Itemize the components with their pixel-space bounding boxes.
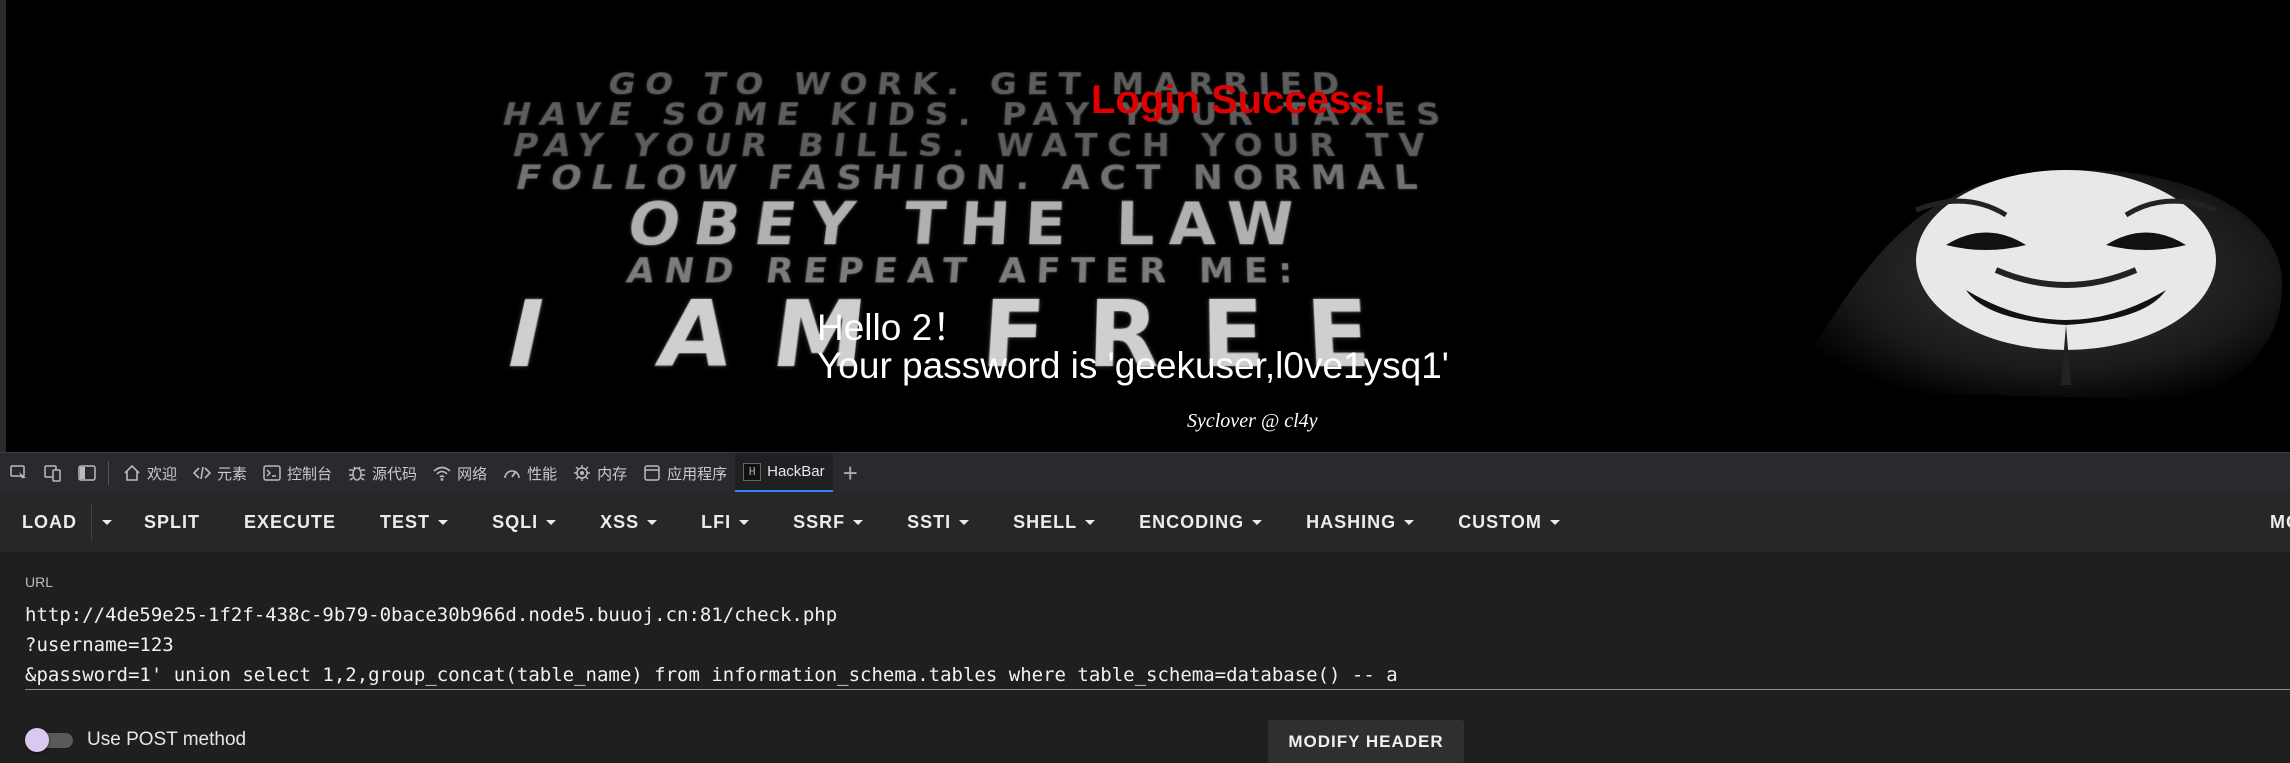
tab-label: 内存 bbox=[597, 465, 628, 483]
tab-console[interactable]: 控制台 bbox=[255, 453, 340, 493]
xss-menu[interactable]: XSS bbox=[578, 492, 679, 552]
tab-label: 元素 bbox=[217, 465, 248, 483]
execute-label: EXECUTE bbox=[244, 511, 337, 532]
add-tab-button[interactable]: + bbox=[833, 460, 868, 486]
hackbar-toolbar: LOAD SPLIT EXECUTE TEST SQLI XSS LFI SSR… bbox=[0, 492, 2290, 552]
code-icon bbox=[193, 466, 212, 480]
url-line: ?username=123 bbox=[25, 634, 174, 656]
console-icon bbox=[263, 465, 281, 481]
split-button[interactable]: SPLIT bbox=[122, 492, 222, 552]
post-method-toggle[interactable] bbox=[25, 728, 75, 752]
url-textarea[interactable]: http://4de59e25-1f2f-438c-9b79-0bace30b9… bbox=[25, 600, 2290, 740]
tab-network[interactable]: 网络 bbox=[425, 453, 495, 493]
url-line: &password=1' union select 1,2,group_conc… bbox=[25, 664, 1398, 686]
load-button[interactable]: LOAD bbox=[0, 492, 91, 552]
web-page-viewport: GO TO WORK. GET MARRIED HAVE SOME KIDS. … bbox=[6, 0, 2290, 452]
chevron-down-icon bbox=[1549, 519, 1560, 525]
gauge-icon bbox=[504, 470, 520, 479]
url-line: http://4de59e25-1f2f-438c-9b79-0bace30b9… bbox=[25, 604, 838, 626]
tab-sources[interactable]: 源代码 bbox=[340, 453, 425, 493]
tab-label: 控制台 bbox=[287, 465, 333, 483]
tab-elements[interactable]: 元素 bbox=[185, 453, 255, 493]
tab-label: 应用程序 bbox=[667, 465, 728, 483]
poster-line: PAY YOUR BILLS. WATCH YOUR TV bbox=[508, 127, 1437, 165]
tab-hackbar[interactable]: H HackBar bbox=[735, 453, 833, 493]
bug-icon bbox=[349, 466, 366, 481]
test-menu[interactable]: TEST bbox=[358, 492, 470, 552]
custom-label: CUSTOM bbox=[1458, 511, 1542, 532]
device-toolbar-icon[interactable] bbox=[38, 458, 68, 488]
inspect-element-icon[interactable] bbox=[4, 458, 34, 488]
login-success-heading: Login Success! bbox=[1091, 78, 1387, 122]
ssrf-label: SSRF bbox=[793, 511, 846, 532]
wifi-icon bbox=[433, 466, 451, 481]
signature-text: Syclover @ cl4y bbox=[1187, 410, 1318, 432]
hello-message: Hello 2！ bbox=[817, 307, 970, 348]
url-field-underline bbox=[25, 689, 2290, 690]
tab-application[interactable]: 应用程序 bbox=[635, 453, 735, 493]
tab-memory[interactable]: 内存 bbox=[565, 453, 635, 493]
password-message: Your password is 'geekuser,l0ve1ysq1' bbox=[817, 345, 1449, 386]
hashing-menu[interactable]: HASHING bbox=[1284, 492, 1436, 552]
ssti-label: SSTI bbox=[907, 511, 952, 532]
encoding-label: ENCODING bbox=[1139, 511, 1245, 532]
more-button[interactable]: MO bbox=[2270, 492, 2290, 552]
shell-menu[interactable]: SHELL bbox=[991, 492, 1117, 552]
chevron-down-icon bbox=[959, 519, 970, 525]
chevron-down-icon bbox=[1252, 519, 1263, 525]
custom-menu[interactable]: CUSTOM bbox=[1436, 492, 1582, 552]
poster-line: AND REPEAT AFTER ME: bbox=[623, 251, 1304, 292]
lfi-menu[interactable]: LFI bbox=[679, 492, 771, 552]
post-method-label: Use POST method bbox=[87, 729, 247, 750]
tab-welcome[interactable]: 欢迎 bbox=[115, 453, 185, 493]
dock-side-icon[interactable] bbox=[72, 458, 102, 488]
load-dropdown-button[interactable] bbox=[92, 492, 122, 552]
sqli-menu[interactable]: SQLI bbox=[470, 492, 578, 552]
ssrf-menu[interactable]: SSRF bbox=[771, 492, 885, 552]
tab-label: 性能 bbox=[527, 465, 558, 483]
chevron-down-icon bbox=[438, 519, 449, 525]
test-label: TEST bbox=[380, 511, 431, 532]
chevron-down-icon bbox=[102, 519, 112, 525]
chevron-down-icon bbox=[546, 519, 557, 525]
chevron-down-icon bbox=[1085, 519, 1096, 525]
application-icon bbox=[644, 465, 660, 481]
devtools-tab-strip: 欢迎 元素 控制台 源代码 网络 性能 内存 应用程序 H HackBar + bbox=[0, 452, 2290, 493]
tab-label: HackBar bbox=[767, 463, 825, 480]
shell-label: SHELL bbox=[1013, 511, 1078, 532]
toggle-knob bbox=[25, 728, 49, 752]
execute-button[interactable]: EXECUTE bbox=[222, 492, 358, 552]
lfi-label: LFI bbox=[701, 511, 732, 532]
sqli-label: SQLI bbox=[492, 511, 539, 532]
tab-label: 源代码 bbox=[372, 465, 418, 483]
split-label: SPLIT bbox=[144, 511, 201, 532]
encoding-menu[interactable]: ENCODING bbox=[1117, 492, 1284, 552]
modify-header-button[interactable]: MODIFY HEADER bbox=[1268, 720, 1464, 763]
tab-performance[interactable]: 性能 bbox=[495, 453, 565, 493]
tab-label: 网络 bbox=[457, 465, 488, 483]
url-label: URL bbox=[25, 574, 54, 590]
hashing-label: HASHING bbox=[1306, 511, 1397, 532]
memory-icon bbox=[574, 465, 591, 481]
poster-line: OBEY THE LAW bbox=[621, 190, 1311, 260]
hackbar-icon: H bbox=[743, 462, 762, 481]
tab-separator bbox=[108, 461, 109, 485]
home-icon bbox=[124, 464, 140, 481]
hackbar-url-panel: URL http://4de59e25-1f2f-438c-9b79-0bace… bbox=[0, 552, 2290, 763]
chevron-down-icon bbox=[1404, 519, 1415, 525]
anonymous-mask-image bbox=[1786, 170, 2283, 400]
chevron-down-icon bbox=[739, 519, 750, 525]
chevron-down-icon bbox=[647, 519, 658, 525]
xss-label: XSS bbox=[600, 511, 640, 532]
tab-label: 欢迎 bbox=[147, 465, 178, 483]
ssti-menu[interactable]: SSTI bbox=[885, 492, 991, 552]
chevron-down-icon bbox=[853, 519, 864, 525]
